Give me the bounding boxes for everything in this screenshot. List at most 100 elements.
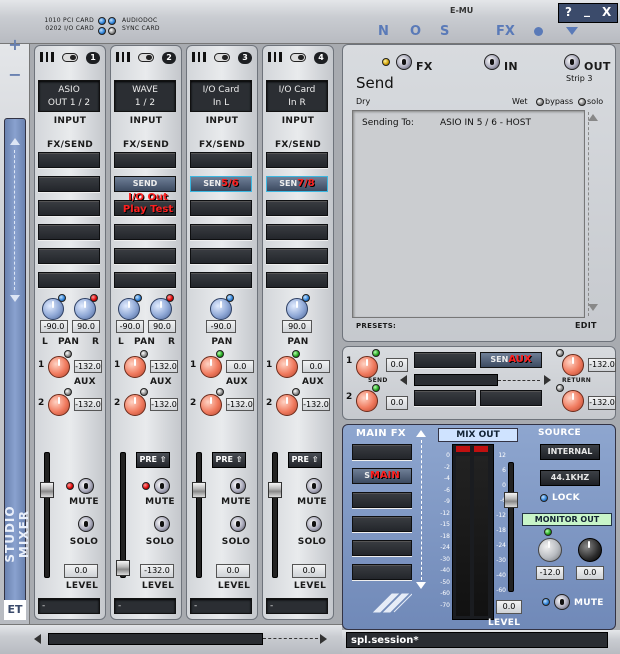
- remove-strip-button[interactable]: −: [6, 66, 24, 84]
- main-fx-slot-6[interactable]: [352, 564, 412, 580]
- aux1-value[interactable]: -132.0: [150, 360, 178, 373]
- aux-send1-value[interactable]: 0.0: [386, 358, 408, 372]
- aux-return2-value[interactable]: -132.0: [588, 396, 616, 410]
- solo-toggle[interactable]: [306, 516, 322, 532]
- main-fader-handle[interactable]: [504, 492, 518, 508]
- main-fader-track[interactable]: [508, 462, 514, 592]
- pan-right-value[interactable]: 90.0: [148, 320, 176, 333]
- main-fx-scroll-up-icon[interactable]: [416, 430, 426, 437]
- solo-toggle[interactable]: [78, 516, 94, 532]
- out-toggle[interactable]: [564, 54, 580, 70]
- solo-label[interactable]: solo: [587, 97, 603, 106]
- aux2-value[interactable]: -132.0: [302, 398, 330, 411]
- input-select[interactable]: ASIO OUT 1 / 2: [38, 80, 100, 112]
- level-fader-track[interactable]: [272, 452, 278, 578]
- mute-toggle[interactable]: [230, 478, 246, 494]
- aux-return2-knob[interactable]: [562, 390, 584, 412]
- level-fader-handle[interactable]: [116, 560, 130, 576]
- level-value[interactable]: 0.0: [64, 564, 98, 578]
- strip-name-field[interactable]: -: [266, 598, 328, 614]
- level-value[interactable]: 0.0: [292, 564, 326, 578]
- fx-slot[interactable]: [38, 200, 100, 216]
- level-value[interactable]: -132.0: [140, 564, 174, 578]
- bypass-label[interactable]: bypass: [545, 97, 573, 106]
- session-name[interactable]: spl.session*: [346, 632, 608, 648]
- pan-left-value[interactable]: -90.0: [116, 320, 144, 333]
- strip-handle-icon[interactable]: [192, 52, 206, 62]
- level-value[interactable]: 0.0: [216, 564, 250, 578]
- fx-slot[interactable]: [114, 248, 176, 264]
- add-strip-button[interactable]: +: [6, 36, 24, 54]
- strip-name-field[interactable]: -: [190, 598, 252, 614]
- minimize-button[interactable]: _: [584, 3, 590, 17]
- solo-led-icon[interactable]: [578, 98, 586, 106]
- fx-toggle[interactable]: [396, 54, 412, 70]
- aux-slot-2b[interactable]: [480, 390, 542, 406]
- pre-button[interactable]: PRE ⇧: [212, 452, 246, 468]
- main-fx-scroll-down-icon[interactable]: [416, 582, 426, 589]
- fx-slot[interactable]: [114, 272, 176, 288]
- presets-label[interactable]: PRESETS:: [356, 322, 396, 330]
- main-fx-slot-5[interactable]: [352, 540, 412, 556]
- strip-link-icon[interactable]: [62, 53, 78, 62]
- strip-name-field[interactable]: -: [114, 598, 176, 614]
- fx-slot[interactable]: [190, 272, 252, 288]
- solo-toggle[interactable]: [230, 516, 246, 532]
- solo-toggle[interactable]: [154, 516, 170, 532]
- main-mute-toggle[interactable]: [554, 594, 570, 610]
- strip-link-icon[interactable]: [214, 53, 230, 62]
- aux-right-arrow-icon[interactable]: [544, 375, 551, 385]
- main-level-value[interactable]: 0.0: [496, 600, 522, 614]
- pan-value[interactable]: -90.0: [206, 320, 236, 333]
- fx-mode-label[interactable]: FX: [496, 24, 515, 39]
- monitor-right-knob[interactable]: [578, 538, 602, 562]
- fx-slot[interactable]: [190, 248, 252, 264]
- aux2-knob[interactable]: [200, 394, 222, 416]
- insert-scrollbar[interactable]: [588, 112, 598, 316]
- fx-slot[interactable]: [266, 200, 328, 216]
- send-button[interactable]: SEN5/6: [190, 176, 252, 192]
- main-fx-slot-4[interactable]: [352, 516, 412, 532]
- strip-handle-icon[interactable]: [40, 52, 54, 62]
- fx-slot[interactable]: [38, 176, 100, 192]
- help-button[interactable]: ?: [565, 5, 572, 19]
- mute-toggle[interactable]: [154, 478, 170, 494]
- send-button[interactable]: SEN7/8: [266, 176, 328, 192]
- monitor-left-value[interactable]: -12.0: [536, 566, 564, 580]
- level-fader-track[interactable]: [196, 452, 202, 578]
- fx-slot[interactable]: [190, 152, 252, 168]
- scroll-thumb[interactable]: [48, 633, 263, 645]
- aux1-knob[interactable]: [276, 356, 298, 378]
- mute-toggle[interactable]: [78, 478, 94, 494]
- fx-slot[interactable]: [190, 224, 252, 240]
- aux-return1-knob[interactable]: [562, 354, 584, 376]
- fx-slot[interactable]: [266, 248, 328, 264]
- aux2-knob[interactable]: [124, 394, 146, 416]
- input-select[interactable]: WAVE 1 / 2: [114, 80, 176, 112]
- dropdown-arrow-icon[interactable]: [566, 27, 578, 35]
- strip-link-icon[interactable]: [290, 53, 306, 62]
- insert-scroll-down-icon[interactable]: [588, 304, 598, 311]
- fx-slot[interactable]: [114, 224, 176, 240]
- aux-slot-2a[interactable]: [414, 390, 476, 406]
- aux1-value[interactable]: -132.0: [74, 360, 102, 373]
- fx-slot[interactable]: [38, 224, 100, 240]
- scroll-down-icon[interactable]: [10, 295, 20, 302]
- close-button[interactable]: X: [602, 5, 611, 19]
- aux-sen-button[interactable]: SENAUX: [480, 352, 542, 368]
- aux-scroll-thumb[interactable]: [414, 374, 498, 386]
- fx-slot[interactable]: [266, 224, 328, 240]
- fx-slot[interactable]: [38, 152, 100, 168]
- monitor-left-knob[interactable]: [538, 538, 562, 562]
- insert-scroll-up-icon[interactable]: [588, 114, 598, 121]
- in-toggle[interactable]: [484, 54, 500, 70]
- aux2-knob[interactable]: [276, 394, 298, 416]
- strip-scrollbar[interactable]: [0, 624, 342, 654]
- aux-left-arrow-icon[interactable]: [400, 375, 407, 385]
- pan-right-value[interactable]: 90.0: [72, 320, 100, 333]
- aux1-value[interactable]: 0.0: [226, 360, 254, 373]
- strip-name-field[interactable]: -: [38, 598, 100, 614]
- fx-dot-icon[interactable]: [534, 27, 543, 36]
- pan-value[interactable]: 90.0: [282, 320, 312, 333]
- aux-return1-value[interactable]: -132.0: [588, 358, 616, 372]
